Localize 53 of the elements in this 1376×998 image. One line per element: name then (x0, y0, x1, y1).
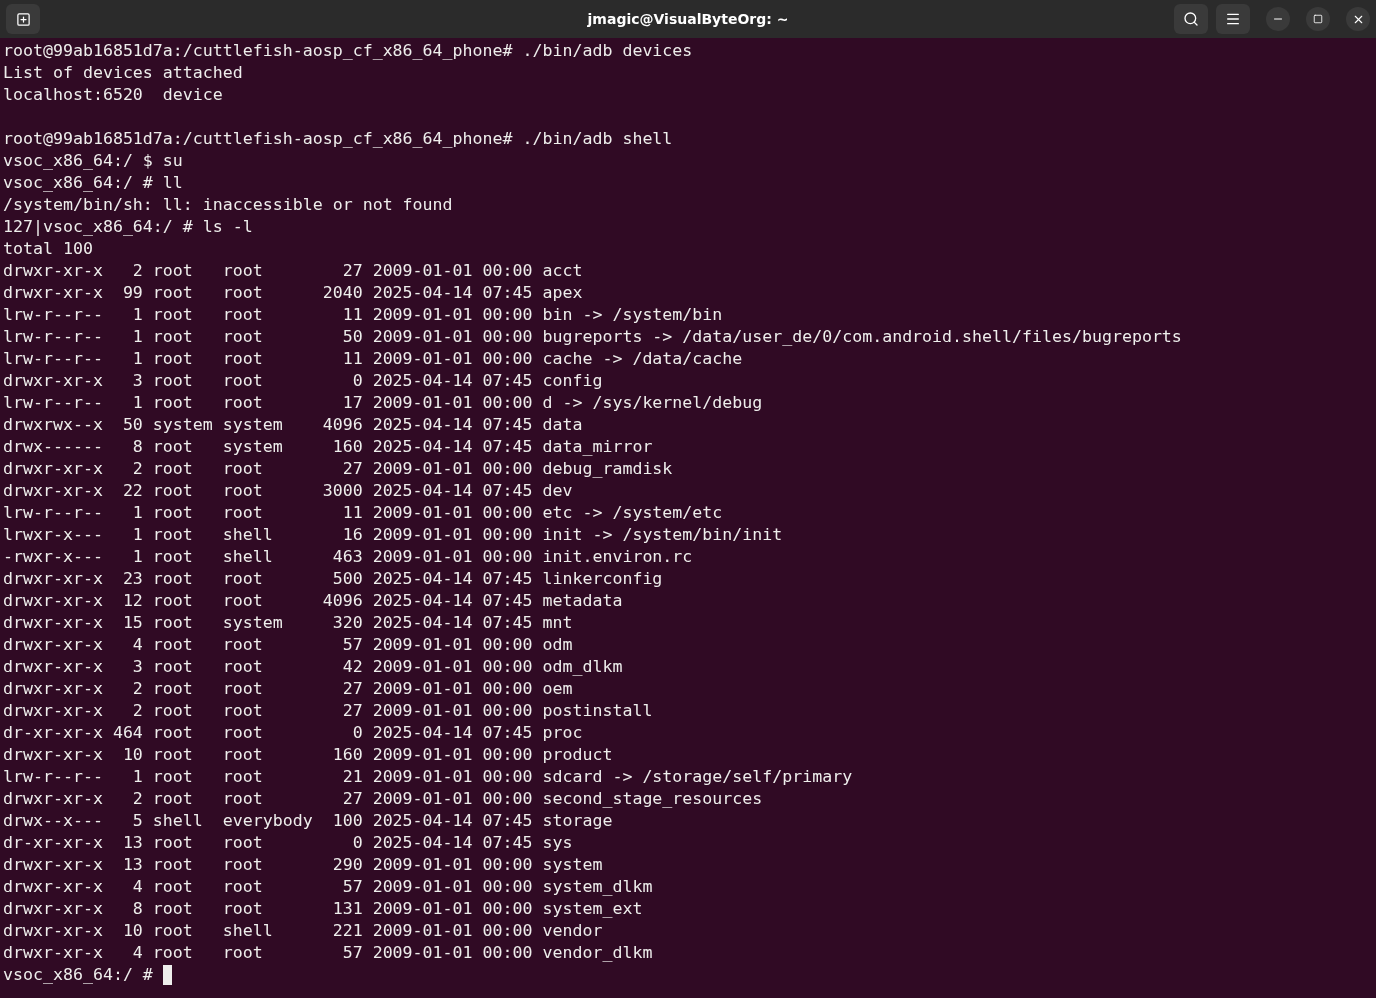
terminal-line: drwxr-xr-x 10 root shell 221 2009-01-01 00:00 vendor (3, 920, 604, 942)
terminal-line: drwxr-xr-x 8 root root 131 2009-01-01 00:00 system_ext (3, 898, 644, 920)
terminal-line: drwxr-xr-x 15 root system 320 2025-04-14 07:45 mnt (3, 612, 574, 634)
terminal-line: drwxr-xr-x 2 root root 27 2009-01-01 00:00 second_stage_resources (3, 788, 764, 810)
terminal-line: lrwxr-x--- 1 root shell 16 2009-01-01 00:00 init -> /system/bin/init (3, 524, 784, 546)
terminal-line: /system/bin/sh: ll: inaccessible or not found (3, 194, 454, 216)
maximize-button[interactable] (1306, 7, 1330, 31)
terminal-line: lrw-r--r-- 1 root root 11 2009-01-01 00:00 bin -> /system/bin (3, 304, 724, 326)
terminal-line: vsoc_x86_64:/ # ll (3, 172, 184, 194)
close-button[interactable] (1346, 7, 1370, 31)
terminal-line: lrw-r--r-- 1 root root 11 2009-01-01 00:00 cache -> /data/cache (3, 348, 744, 370)
terminal-line: drwx------ 8 root system 160 2025-04-14 07:45 data_mirror (3, 436, 654, 458)
terminal-line: -rwxr-x--- 1 root shell 463 2009-01-01 00:00 init.environ.rc (3, 546, 694, 568)
minimize-button[interactable] (1266, 7, 1290, 31)
terminal-line: dr-xr-xr-x 13 root root 0 2025-04-14 07:45 sys (3, 832, 574, 854)
terminal-line: drwxr-xr-x 2 root root 27 2009-01-01 00:00 oem (3, 678, 574, 700)
terminal-line: drwxr-xr-x 2 root root 27 2009-01-01 00:00 debug_ramdisk (3, 458, 674, 480)
terminal-line: drwxr-xr-x 4 root root 57 2009-01-01 00:00 vendor_dlkm (3, 942, 654, 964)
plus-square-icon (15, 11, 31, 27)
terminal-line: dr-xr-xr-x 464 root root 0 2025-04-14 07:45 proc (3, 722, 584, 744)
new-tab-button[interactable] (6, 4, 40, 34)
terminal-line: root@99ab16851d7a:/cuttlefish-aosp_cf_x86_64_phone# ./bin/adb shell (3, 128, 674, 150)
terminal-line: drwxr-xr-x 2 root root 27 2009-01-01 00:00 acct (3, 260, 584, 282)
shell-prompt: vsoc_x86_64:/ # (3, 964, 154, 986)
search-button[interactable] (1174, 4, 1208, 34)
terminal-line: lrw-r--r-- 1 root root 21 2009-01-01 00:00 sdcard -> /storage/self/primary (3, 766, 854, 788)
menu-button[interactable] (1216, 4, 1250, 34)
terminal-line: drwxr-xr-x 3 root root 42 2009-01-01 00:00 odm_dlkm (3, 656, 624, 678)
terminal-line: root@99ab16851d7a:/cuttlefish-aosp_cf_x86_64_phone# ./bin/adb devices (3, 40, 694, 62)
terminal-line: lrw-r--r-- 1 root root 11 2009-01-01 00:00 etc -> /system/etc (3, 502, 724, 524)
terminal-line: total 100 (3, 238, 94, 260)
terminal-line: drwxr-xr-x 2 root root 27 2009-01-01 00:00 postinstall (3, 700, 654, 722)
terminal-line: drwxr-xr-x 4 root root 57 2009-01-01 00:00 system_dlkm (3, 876, 654, 898)
terminal-line: lrw-r--r-- 1 root root 50 2009-01-01 00:00 bugreports -> /data/user_de/0/com.android.shell/files/bugreports (3, 326, 1183, 348)
terminal-line: drwxr-xr-x 12 root root 4096 2025-04-14 07:45 metadata (3, 590, 624, 612)
terminal-line: localhost:6520 device (3, 84, 224, 106)
menu-icon (1225, 11, 1241, 27)
terminal-line: drwxr-xr-x 13 root root 290 2009-01-01 00:00 system (3, 854, 604, 876)
terminal-line: drwxr-xr-x 22 root root 3000 2025-04-14 07:45 dev (3, 480, 574, 502)
terminal-line: drwxrwx--x 50 system system 4096 2025-04-14 07:45 data (3, 414, 584, 436)
maximize-icon (1313, 14, 1323, 24)
terminal-line: List of devices attached (3, 62, 244, 84)
terminal-line: drwxr-xr-x 3 root root 0 2025-04-14 07:45 config (3, 370, 604, 392)
terminal-line: lrw-r--r-- 1 root root 17 2009-01-01 00:00 d -> /sys/kernel/debug (3, 392, 764, 414)
terminal-line: vsoc_x86_64:/ $ su (3, 150, 184, 172)
terminal-line: 127|vsoc_x86_64:/ # ls -l (3, 216, 254, 238)
search-icon (1183, 11, 1199, 27)
window-title: jmagic@VisualByteOrg: ~ (587, 11, 789, 27)
terminal-line: drwxr-xr-x 10 root root 160 2009-01-01 00:00 product (3, 744, 614, 766)
terminal-line: drwx--x--- 5 shell everybody 100 2025-04-14 07:45 storage (3, 810, 614, 832)
terminal-line: drwxr-xr-x 4 root root 57 2009-01-01 00:00 odm (3, 634, 574, 656)
terminal-line: drwxr-xr-x 99 root root 2040 2025-04-14 07:45 apex (3, 282, 584, 304)
terminal-line: drwxr-xr-x 23 root root 500 2025-04-14 07:45 linkerconfig (3, 568, 664, 590)
